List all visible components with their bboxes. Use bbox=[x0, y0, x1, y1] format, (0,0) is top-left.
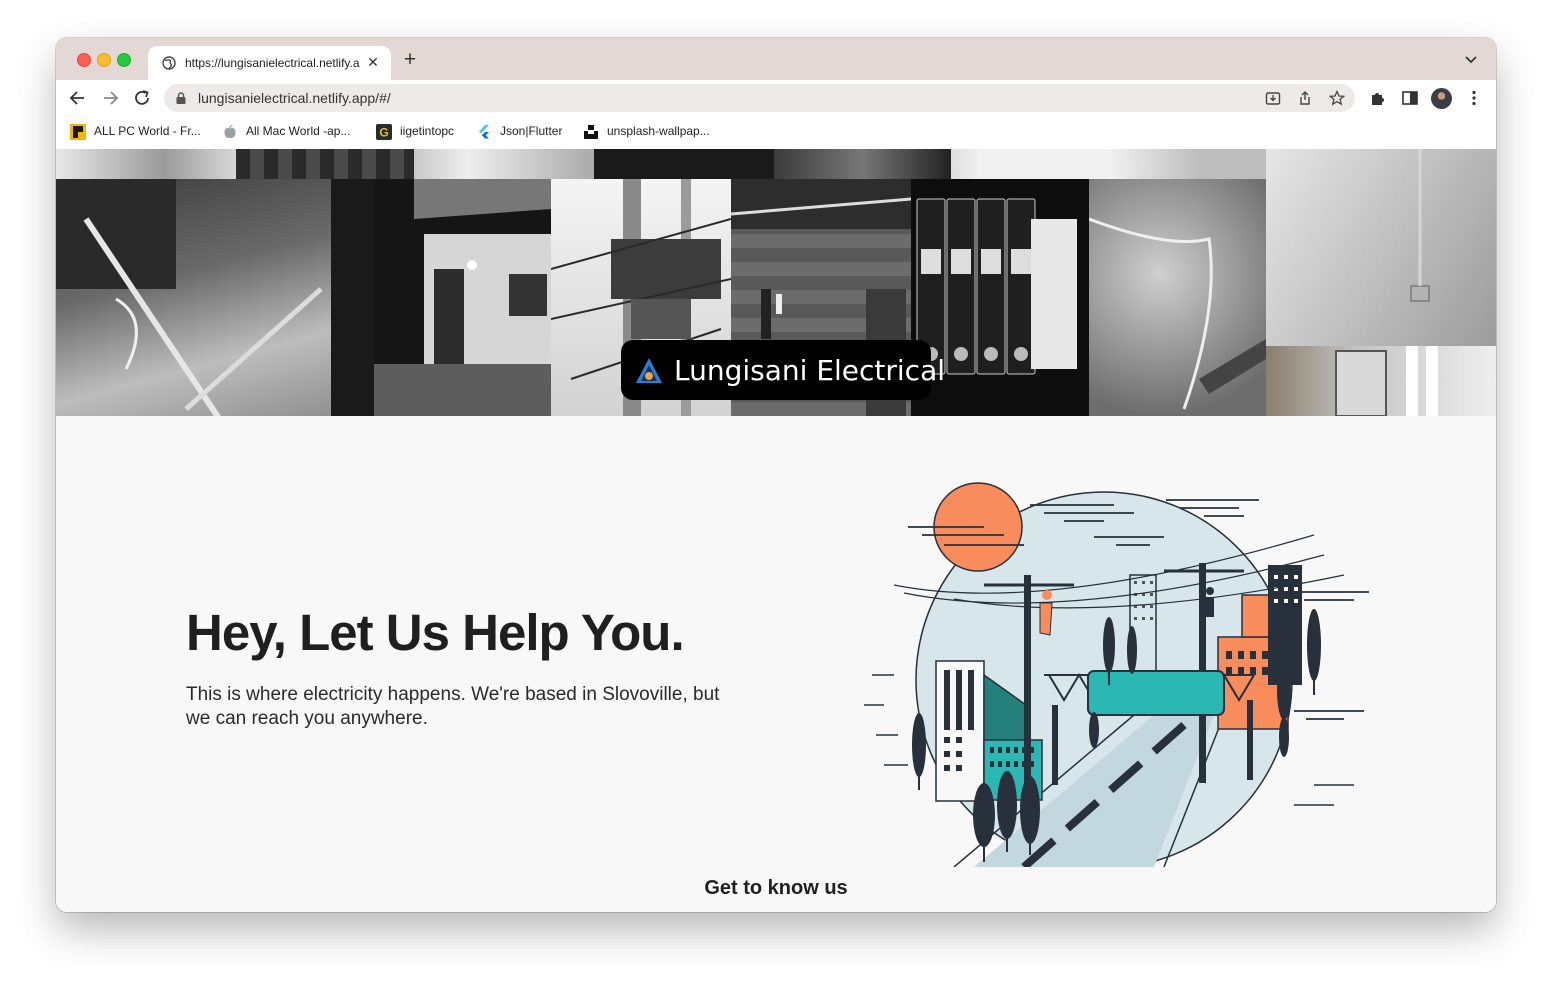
forward-arrow-icon[interactable] bbox=[100, 88, 120, 108]
url-text[interactable]: lungisanielectrical.netlify.app/#/ bbox=[198, 90, 391, 106]
install-app-icon[interactable] bbox=[1265, 90, 1281, 106]
banner-photo bbox=[56, 149, 236, 179]
banner-photo bbox=[56, 179, 374, 416]
unsplash-icon bbox=[584, 125, 598, 139]
banner-photo bbox=[951, 149, 1266, 181]
pc-world-icon bbox=[70, 124, 86, 140]
g-logo-icon: G bbox=[376, 124, 392, 140]
browser-window: https://lungisanielectrical.netlify.app/… bbox=[56, 38, 1496, 912]
brand-logo-icon bbox=[636, 358, 662, 383]
banner-photo bbox=[414, 149, 594, 179]
banner-photo bbox=[1266, 346, 1496, 416]
tab-title: https://lungisanielectrical.netlify.app/… bbox=[185, 56, 360, 70]
svg-text:G: G bbox=[379, 126, 388, 140]
tab-strip: https://lungisanielectrical.netlify.app/… bbox=[56, 38, 1496, 80]
banner-photo bbox=[594, 149, 774, 179]
banner-photo bbox=[1089, 179, 1266, 416]
share-icon[interactable] bbox=[1297, 90, 1313, 106]
browser-toolbar: lungisanielectrical.netlify.app/#/ bbox=[56, 80, 1496, 116]
bookmark-star-icon[interactable] bbox=[1329, 90, 1345, 106]
back-arrow-icon[interactable] bbox=[68, 88, 88, 108]
hero-title: Hey, Let Us Help You. bbox=[186, 604, 685, 661]
web-page: Lungisani Electrical Hey, Let Us Help Yo… bbox=[56, 149, 1496, 912]
hero-subtitle: This is where electricity happens. We're… bbox=[186, 684, 720, 729]
get-to-know-us-link[interactable]: Get to know us bbox=[56, 877, 1496, 900]
extensions-puzzle-icon[interactable] bbox=[1369, 89, 1387, 107]
bookmarks-bar: ALL PC World - Fr... All Mac World -ap..… bbox=[56, 116, 1496, 150]
profile-avatar[interactable] bbox=[1431, 88, 1452, 109]
new-tab-button[interactable]: + bbox=[401, 49, 419, 70]
reload-icon[interactable] bbox=[132, 88, 152, 108]
browser-tab[interactable]: https://lungisanielectrical.netlify.app/… bbox=[148, 46, 391, 80]
maximize-window-button[interactable] bbox=[117, 53, 131, 67]
brand-badge[interactable]: Lungisani Electrical bbox=[621, 340, 945, 400]
more-menu-icon[interactable] bbox=[1465, 89, 1483, 107]
close-window-button[interactable] bbox=[77, 53, 91, 67]
banner-photo bbox=[374, 179, 551, 416]
globe-icon bbox=[162, 56, 176, 70]
banner-photo bbox=[774, 149, 951, 179]
apple-icon bbox=[224, 124, 236, 138]
header-banner: Lungisani Electrical bbox=[56, 149, 1496, 416]
banner-photo bbox=[236, 149, 414, 179]
address-bar[interactable]: lungisanielectrical.netlify.app/#/ bbox=[164, 84, 1355, 112]
chevron-down-icon[interactable] bbox=[1464, 54, 1478, 66]
lock-icon[interactable] bbox=[176, 92, 186, 104]
city-power-lines-illustration bbox=[864, 482, 1369, 867]
minimize-window-button[interactable] bbox=[97, 53, 111, 67]
banner-photo bbox=[1266, 149, 1496, 346]
flutter-icon bbox=[479, 125, 489, 139]
close-tab-icon[interactable]: ✕ bbox=[366, 55, 380, 69]
brand-name: Lungisani Electrical bbox=[674, 354, 946, 387]
side-panel-icon[interactable] bbox=[1401, 89, 1419, 107]
